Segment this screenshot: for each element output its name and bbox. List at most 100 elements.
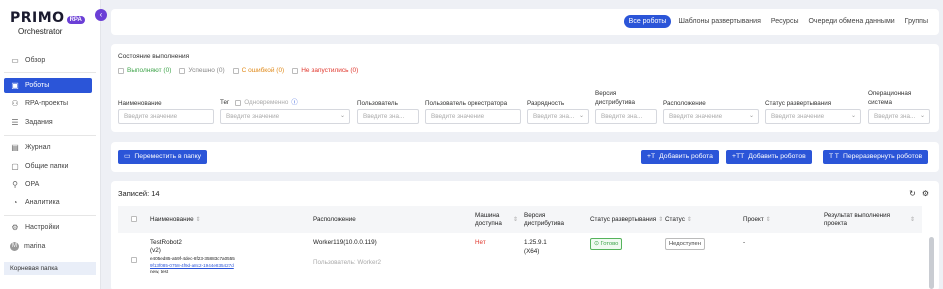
user-menu[interactable]: Mmarina: [4, 239, 92, 254]
placeholder: Введите значение: [431, 113, 485, 120]
collapse-sidebar-icon[interactable]: ‹: [95, 9, 107, 21]
divider: [4, 72, 96, 73]
placeholder: Введите значение: [669, 113, 723, 120]
status-not-started-checkbox[interactable]: Не запустились (0): [292, 67, 358, 74]
col-location[interactable]: Расположение: [313, 206, 356, 233]
sidebar-item-robots[interactable]: ▣ Роботы: [4, 78, 92, 93]
tab-resources[interactable]: Ресурсы: [768, 15, 802, 28]
header-label: Машина доступна: [475, 211, 502, 227]
col-machine-sort[interactable]: ⇕: [511, 206, 518, 233]
tag-select[interactable]: Введите значение ⌄: [220, 109, 350, 124]
scrollbar[interactable]: [929, 237, 934, 289]
select-all-checkbox[interactable]: [131, 216, 137, 222]
os-select[interactable]: Введите зна... ⌄: [868, 109, 930, 124]
sidebar-item-overview[interactable]: ▭ Обзор: [4, 53, 92, 68]
sort-icon: ⇕: [765, 216, 771, 223]
col-deploy-status[interactable]: Статус развертывания ⇕: [590, 206, 663, 233]
current-folder[interactable]: Корневая папка: [4, 262, 96, 275]
sort-icon: ⇕: [658, 216, 664, 223]
tab-deploy-templates[interactable]: Шаблоны развертывания: [675, 15, 763, 28]
refresh-icon[interactable]: ↻: [909, 189, 916, 198]
user-input[interactable]: Введите зна...: [357, 109, 419, 124]
badge-label: Недоступен: [665, 238, 705, 250]
gear-icon[interactable]: ⚙: [922, 189, 929, 198]
header-label: Расположение: [313, 215, 356, 223]
tab-all-robots[interactable]: Все роботы: [623, 15, 672, 28]
header-label: Результат выполнения проекта: [824, 211, 891, 227]
tab-queues[interactable]: Очереди обмена данными: [805, 15, 897, 28]
logo-text: PRIMO: [10, 10, 65, 26]
badge-label: Готово: [600, 241, 619, 247]
button-label: Переместить в папку: [134, 153, 202, 160]
top-tabs-card: Все роботы Шаблоны развертывания Ресурсы…: [111, 9, 939, 35]
add-robot-button[interactable]: +T Добавить робота: [641, 150, 719, 164]
divider: [4, 215, 96, 216]
sort-icon: ⇕: [910, 216, 916, 223]
sidebar-item-settings[interactable]: ⚙ Настройки: [4, 220, 92, 235]
dist-arch: (X64): [524, 248, 540, 255]
sidebar-item-label: Задания: [25, 119, 53, 126]
col-result[interactable]: Результат выполнения проекта: [824, 206, 904, 233]
add-robots-button[interactable]: +TT Добавить роботов: [726, 150, 812, 164]
logo: PRIMO RPA Orchestrator: [10, 10, 85, 36]
robot-users: Пользователь: Worker2: [313, 259, 382, 266]
bitness-select[interactable]: Введите зна... ⌄: [527, 109, 589, 124]
tag-single-checkbox[interactable]: [235, 99, 242, 106]
status-error-checkbox[interactable]: С ошибкой (0): [232, 67, 284, 74]
button-label: Добавить робота: [659, 153, 713, 160]
sort-icon: ⇕: [513, 216, 519, 223]
chevron-down-icon: ⌄: [850, 113, 856, 119]
machine-available: Нет: [475, 239, 486, 246]
orch-user-input[interactable]: Введите значение: [425, 109, 521, 124]
sidebar-item-label: Общие папки: [25, 163, 69, 170]
redeploy-robots-button[interactable]: T T Переразвернуть роботов: [823, 150, 929, 164]
move-to-folder-button[interactable]: ▭ Переместить в папку: [118, 150, 208, 164]
status-running-checkbox[interactable]: Выполняют (0): [118, 67, 171, 74]
checkbox-icon: [292, 67, 299, 74]
filter-label-location: Расположение: [663, 100, 706, 107]
sidebar-item-label: Роботы: [25, 82, 50, 89]
help-icon[interactable]: ⓘ: [291, 98, 297, 107]
col-name[interactable]: Наименование ⇕: [150, 206, 201, 233]
sidebar-item-analytics[interactable]: ◔ Аналитика: [4, 195, 92, 210]
sidebar-item-log[interactable]: ▤ Журнал: [4, 140, 92, 155]
avatar: M: [10, 242, 19, 251]
robot-name[interactable]: TestRobot2: [150, 239, 182, 247]
checkbox-icon: [179, 67, 186, 74]
location-select[interactable]: Введите значение ⌄: [663, 109, 759, 124]
deploy-status-select[interactable]: Введите значение ⌄: [765, 109, 861, 124]
robot-location: Worker119(10.0.0.119): [313, 239, 377, 246]
placeholder: Введите зна...: [874, 113, 916, 120]
status-success-checkbox[interactable]: Успешно (0): [179, 67, 225, 74]
sidebar-item-opa[interactable]: ⚲ OPA: [4, 177, 92, 192]
placeholder: Введите значение: [226, 113, 280, 120]
col-project[interactable]: Проект ⇕: [743, 206, 771, 233]
status-filter-group: Выполняют (0) Успешно (0) С ошибкой (0) …: [118, 67, 358, 74]
sidebar-item-rpa-projects[interactable]: ⚇ RPA-проекты: [4, 96, 92, 111]
tag-label: Тег: [220, 99, 230, 106]
row-checkbox[interactable]: [131, 257, 137, 263]
sort-icon: ⇕: [195, 216, 201, 223]
sidebar-item-tasks[interactable]: ☰ Задания: [4, 115, 92, 130]
col-result-sort[interactable]: ⇕: [908, 206, 915, 233]
placeholder: Введите зна...: [601, 113, 643, 120]
user-name: marina: [24, 243, 46, 250]
col-status[interactable]: Статус ⇕: [665, 206, 692, 233]
button-label: Переразвернуть роботов: [842, 153, 923, 160]
col-machine[interactable]: Машина доступна: [475, 206, 513, 233]
col-version[interactable]: Версия дистрибутива: [524, 206, 574, 233]
placeholder: Введите значение: [771, 113, 825, 120]
redeploy-icon: T T: [829, 153, 839, 160]
deploy-status-badge: ⊙ Готово: [590, 238, 623, 250]
tab-groups[interactable]: Группы: [902, 15, 931, 28]
sidebar-item-label: RPA-проекты: [25, 100, 69, 107]
sidebar-item-shared-folders[interactable]: ▢ Общие папки: [4, 159, 92, 174]
table-row[interactable]: TestRobot2 (v2) e405ed85-a59f-4dec-8f23-…: [118, 235, 922, 289]
filter-label-name: Наименование: [118, 100, 162, 107]
opa-icon: ⚲: [12, 180, 18, 189]
chevron-down-icon: ⌄: [919, 113, 925, 119]
table-header: Наименование ⇕ Расположение Машина доступ…: [118, 206, 922, 233]
version-input[interactable]: Введите зна...: [595, 109, 657, 124]
name-input[interactable]: Введите значение: [118, 109, 214, 124]
sidebar: PRIMO RPA Orchestrator ▭ Обзор ▣ Роботы ⚇ RP…: [0, 0, 101, 289]
